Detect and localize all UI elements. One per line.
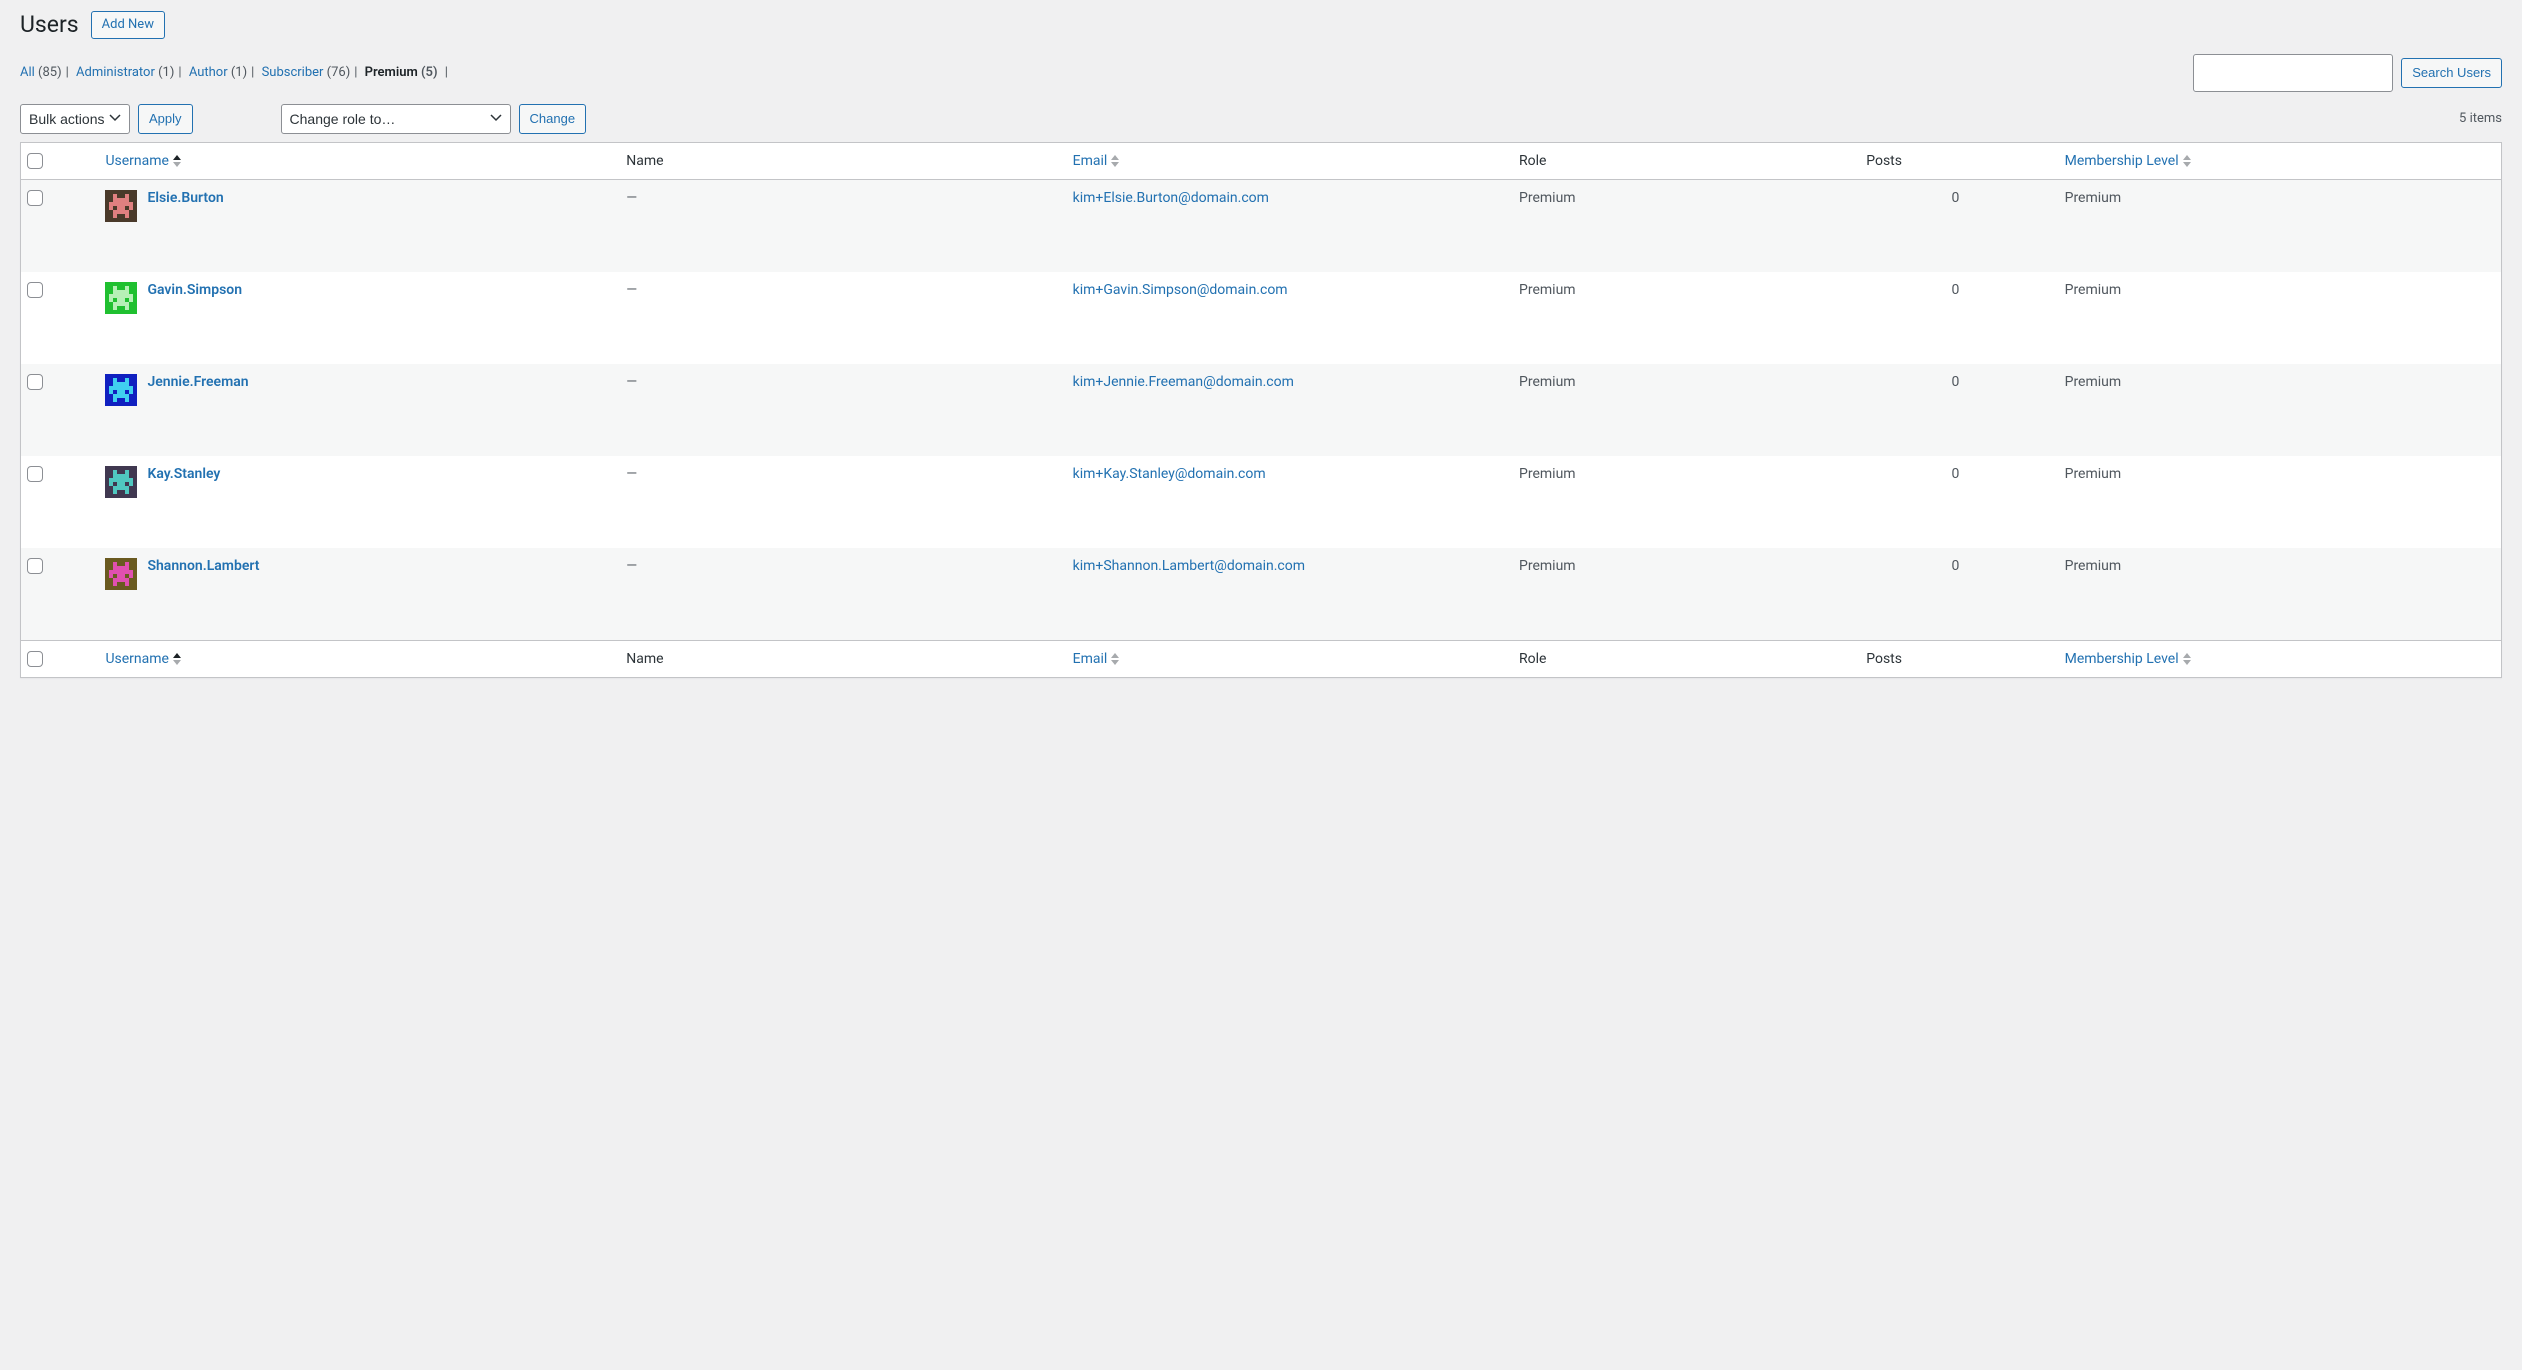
posts-cell: 0 — [1856, 548, 2054, 640]
sort-email-foot[interactable]: Email — [1073, 651, 1120, 667]
column-footer-membership: Membership Level — [2065, 651, 2179, 667]
search-users-button[interactable]: Search Users — [2401, 58, 2502, 88]
row-checkbox[interactable] — [27, 558, 43, 574]
table-row: Shannon.Lambert — kim+Shannon.Lambert@doma… — [21, 548, 2501, 640]
avatar — [105, 558, 137, 590]
column-header-membership: Membership Level — [2065, 153, 2179, 169]
apply-button[interactable]: Apply — [138, 104, 193, 134]
sort-icon — [173, 653, 181, 665]
sort-icon — [1111, 653, 1119, 665]
sort-membership-foot[interactable]: Membership Level — [2065, 651, 2191, 667]
bulk-actions-select[interactable]: Bulk actions — [20, 104, 130, 134]
column-footer-role: Role — [1509, 640, 1856, 677]
column-footer-posts: Posts — [1856, 640, 2054, 677]
table-row: Kay.Stanley — kim+Kay.Stanley@domain.com Pr… — [21, 456, 2501, 548]
column-header-email: Email — [1073, 153, 1108, 169]
sort-membership[interactable]: Membership Level — [2065, 153, 2191, 169]
page-title: Users — [20, 10, 79, 40]
email-link[interactable]: kim+Shannon.Lambert@domain.com — [1073, 558, 1305, 574]
avatar — [105, 374, 137, 406]
filter-link[interactable]: All (85) — [20, 65, 62, 80]
name-cell: — — [616, 272, 1062, 364]
users-table: Username Name Email Role Posts Membershi… — [20, 142, 2502, 678]
change-role-select[interactable]: Change role to… — [281, 104, 511, 134]
username-link[interactable]: Shannon.Lambert — [147, 558, 259, 574]
role-cell: Premium — [1509, 272, 1856, 364]
name-cell: — — [616, 456, 1062, 548]
column-header-username: Username — [105, 153, 169, 169]
sort-icon — [173, 155, 181, 167]
sort-username[interactable]: Username — [105, 153, 181, 169]
membership-cell: Premium — [2055, 272, 2501, 364]
membership-cell: Premium — [2055, 456, 2501, 548]
add-new-button[interactable]: Add New — [91, 11, 165, 39]
sort-email[interactable]: Email — [1073, 153, 1120, 169]
username-link[interactable]: Gavin.Simpson — [147, 282, 242, 298]
role-cell: Premium — [1509, 548, 1856, 640]
select-all-bottom[interactable] — [27, 651, 43, 667]
column-header-role: Role — [1509, 143, 1856, 180]
membership-cell: Premium — [2055, 180, 2501, 272]
email-link[interactable]: kim+Elsie.Burton@domain.com — [1073, 190, 1269, 206]
column-footer-username: Username — [105, 651, 169, 667]
email-link[interactable]: kim+Gavin.Simpson@domain.com — [1073, 282, 1288, 298]
sort-icon — [2183, 155, 2191, 167]
sort-icon — [1111, 155, 1119, 167]
filter-link[interactable]: Administrator (1) — [76, 65, 174, 80]
name-cell: — — [616, 364, 1062, 456]
username-link[interactable]: Jennie.Freeman — [147, 374, 248, 390]
membership-cell: Premium — [2055, 548, 2501, 640]
posts-cell: 0 — [1856, 272, 2054, 364]
table-row: Elsie.Burton — kim+Elsie.Burton@domain.com… — [21, 180, 2501, 272]
sort-icon — [2183, 653, 2191, 665]
column-header-posts: Posts — [1856, 143, 2054, 180]
name-cell: — — [616, 548, 1062, 640]
role-cell: Premium — [1509, 364, 1856, 456]
filter-link[interactable]: Author (1) — [189, 65, 247, 80]
select-all-top[interactable] — [27, 153, 43, 169]
row-checkbox[interactable] — [27, 190, 43, 206]
filter-link[interactable]: Subscriber (76) — [262, 65, 351, 80]
posts-cell: 0 — [1856, 364, 2054, 456]
column-footer-email: Email — [1073, 651, 1108, 667]
avatar — [105, 466, 137, 498]
role-cell: Premium — [1509, 180, 1856, 272]
column-footer-name: Name — [616, 640, 1062, 677]
filter-current: Premium (5) — [365, 65, 438, 80]
row-checkbox[interactable] — [27, 282, 43, 298]
column-header-name: Name — [616, 143, 1062, 180]
email-link[interactable]: kim+Jennie.Freeman@domain.com — [1073, 374, 1294, 390]
search-input[interactable] — [2193, 54, 2393, 92]
role-cell: Premium — [1509, 456, 1856, 548]
username-link[interactable]: Kay.Stanley — [147, 466, 220, 482]
posts-cell: 0 — [1856, 180, 2054, 272]
row-checkbox[interactable] — [27, 466, 43, 482]
sort-username-foot[interactable]: Username — [105, 651, 181, 667]
filter-links: All (85) Administrator (1) Author (1) Subsc… — [20, 65, 448, 80]
username-link[interactable]: Elsie.Burton — [147, 190, 223, 206]
table-row: Gavin.Simpson — kim+Gavin.Simpson@domain.c… — [21, 272, 2501, 364]
name-cell: — — [616, 180, 1062, 272]
row-checkbox[interactable] — [27, 374, 43, 390]
avatar — [105, 190, 137, 222]
email-link[interactable]: kim+Kay.Stanley@domain.com — [1073, 466, 1266, 482]
table-row: Jennie.Freeman — kim+Jennie.Freeman@domain… — [21, 364, 2501, 456]
change-button[interactable]: Change — [519, 104, 587, 134]
posts-cell: 0 — [1856, 456, 2054, 548]
avatar — [105, 282, 137, 314]
membership-cell: Premium — [2055, 364, 2501, 456]
items-count: 5 items — [2459, 111, 2502, 126]
